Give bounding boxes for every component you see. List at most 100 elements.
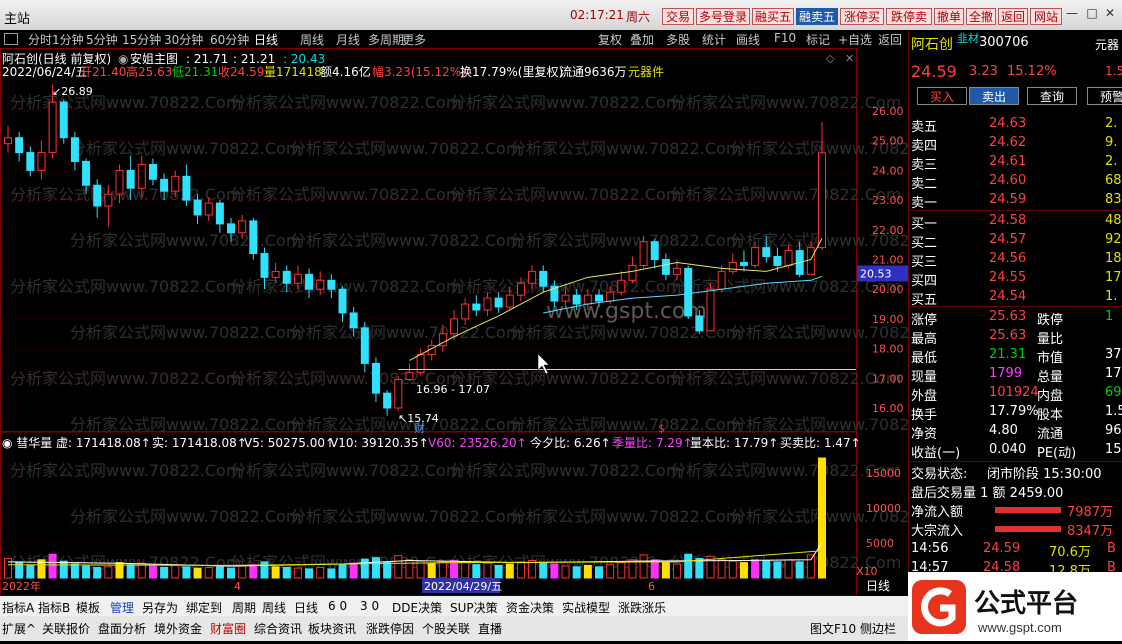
title-button-8[interactable]: 返回 (998, 8, 1028, 25)
watermark-text: 分析家公式网www.70822.Com (730, 415, 908, 434)
volume-stat-6: 季量比: 7.29↑ (612, 436, 693, 450)
quote-button-0[interactable]: 买入 (917, 87, 967, 105)
info-tab-0[interactable]: 扩展^ (2, 620, 36, 637)
price-tick: 19.00 (872, 313, 904, 326)
toolbar-item-13[interactable]: 资金决策 (506, 599, 554, 616)
title-button-1[interactable]: 多号登录 (696, 8, 750, 25)
candle (26, 152, 35, 171)
volume-indicator-name[interactable]: ◉ 彗华量 (2, 436, 52, 450)
ask-vol-3: 68. (1105, 173, 1122, 188)
chart-area[interactable]: 分析家公式网www.70822.Com分析家公式网www.70822.Com分析… (0, 48, 908, 596)
close-icon[interactable]: ✕ (1102, 6, 1118, 22)
close-chart-icon[interactable]: ✕ (845, 52, 854, 65)
volume-bar (126, 564, 135, 579)
period-7[interactable]: 周线 (300, 31, 324, 48)
title-button-9[interactable]: 网站 (1030, 8, 1062, 25)
toolbar-item-3[interactable]: 管理 (110, 599, 134, 616)
toolbar-item-12[interactable]: SUP决策 (450, 599, 498, 616)
price-tick: 23.00 (872, 194, 904, 207)
period-1[interactable]: 1分钟 (52, 31, 84, 48)
info-tab-5[interactable]: 综合资讯 (254, 620, 302, 637)
event-marker[interactable]: $ (658, 422, 665, 435)
quote-button-2[interactable]: 查询 (1027, 87, 1077, 105)
chart-info-6: 额4.16亿 (320, 64, 371, 79)
toolbar-item-5[interactable]: 绑定到 (186, 599, 222, 616)
candle (182, 175, 191, 201)
title-button-2[interactable]: 融买五 (752, 8, 794, 25)
info-tab-8[interactable]: 个股关联 (422, 620, 470, 637)
candle (717, 270, 726, 290)
tool-0[interactable]: 复权 (598, 31, 622, 48)
title-button-0[interactable]: 交易 (662, 8, 694, 25)
period-10[interactable]: 更多 (402, 31, 426, 48)
toolbar-item-7[interactable]: 周线 (262, 599, 286, 616)
menu-icon[interactable] (4, 33, 18, 45)
period-4[interactable]: 30分钟 (164, 31, 203, 48)
toolbar-item-10[interactable]: 3 0 (360, 599, 379, 613)
info-right[interactable]: 图文F10 侧边栏 (810, 620, 896, 637)
logo-text: 公式平台 (974, 588, 1078, 618)
tool-3[interactable]: 统计 (702, 31, 726, 48)
info-tab-3[interactable]: 境外资金 (154, 620, 202, 637)
volume-bar (305, 568, 314, 579)
toolbar-item-14[interactable]: 实战模型 (562, 599, 610, 616)
tool-5[interactable]: F10 (774, 31, 796, 45)
toolbar-item-8[interactable]: 日线 (294, 599, 318, 616)
info-tab-2[interactable]: 盘面分析 (98, 620, 146, 637)
info-tab-6[interactable]: 板块资讯 (308, 620, 356, 637)
watermark-gspt: www.gspt.com (546, 299, 707, 324)
toolbar-item-9[interactable]: 6 0 (328, 599, 347, 613)
title-button-6[interactable]: 撤单 (934, 8, 964, 25)
info-tab-7[interactable]: 涨跌停因 (366, 620, 414, 637)
toolbar-item-0[interactable]: 指标A (2, 599, 34, 616)
tool-6[interactable]: 标记 (806, 31, 830, 48)
volume-bar (338, 564, 347, 579)
toolbar-item-6[interactable]: 周期 (232, 599, 256, 616)
volume-bar (59, 560, 68, 579)
diamond-icon[interactable]: ◇ (826, 52, 835, 65)
toolbar-item-2[interactable]: 模板 (76, 599, 100, 616)
tool-7[interactable]: +自选 (838, 31, 872, 48)
tool-1[interactable]: 叠加 (630, 31, 654, 48)
ask-vol-2: 2. (1105, 154, 1118, 169)
candle (126, 169, 135, 189)
period-0[interactable]: 分时 (28, 31, 52, 48)
eye-icon[interactable]: ◉ (118, 52, 128, 66)
period-3[interactable]: 15分钟 (122, 31, 161, 48)
title-button-7[interactable]: 全撤 (966, 8, 996, 25)
chart-info-3: 低21.31 (172, 65, 218, 79)
toolbar-item-11[interactable]: DDE决策 (392, 599, 442, 616)
stock-side-tag: 元器 (1095, 38, 1120, 52)
title-button-3[interactable]: 融卖五 (796, 8, 838, 25)
tool-2[interactable]: 多股 (666, 31, 690, 48)
period-9[interactable]: 多周期 (368, 31, 404, 48)
volume-bar (215, 566, 224, 579)
quote-button-3[interactable]: 预警 (1087, 87, 1122, 105)
title-button-5[interactable]: 跌停卖 (886, 8, 932, 25)
title-button-4[interactable]: 涨停买 (840, 8, 884, 25)
maximize-icon[interactable]: □ (1084, 6, 1100, 22)
chart-button-0[interactable]: 日线 (866, 579, 890, 593)
quote-button-1[interactable]: 卖出 (969, 87, 1019, 105)
period-8[interactable]: 月线 (336, 31, 360, 48)
finance-marker[interactable]: 财 (414, 421, 425, 435)
tool-8[interactable]: 返回 (878, 31, 902, 48)
tool-4[interactable]: 画线 (736, 31, 760, 48)
period-5[interactable]: 60分钟 (210, 31, 249, 48)
stat-value-3: 1799 (989, 366, 1023, 381)
toolbar-item-15[interactable]: 涨跌涨乐 (618, 599, 666, 616)
volume-bar (550, 563, 559, 579)
period-2[interactable]: 5分钟 (86, 31, 118, 48)
info-tab-4[interactable]: 财富圈 (210, 620, 246, 637)
info-tab-1[interactable]: 关联报价 (42, 620, 90, 637)
volume-stat-3: V10: 39120.35↑ (330, 436, 429, 450)
period-6[interactable]: 日线 (254, 31, 279, 49)
toolbar-item-1[interactable]: 指标B (38, 599, 70, 616)
stat-value2-3: 171 (1105, 366, 1122, 381)
info-tab-9[interactable]: 直播 (478, 620, 502, 637)
minimize-icon[interactable]: — (1064, 6, 1080, 22)
volume-bar (371, 557, 380, 579)
toolbar-item-4[interactable]: 另存为 (142, 599, 178, 616)
ask-label-2: 卖三 (911, 158, 938, 173)
candle (751, 247, 760, 266)
